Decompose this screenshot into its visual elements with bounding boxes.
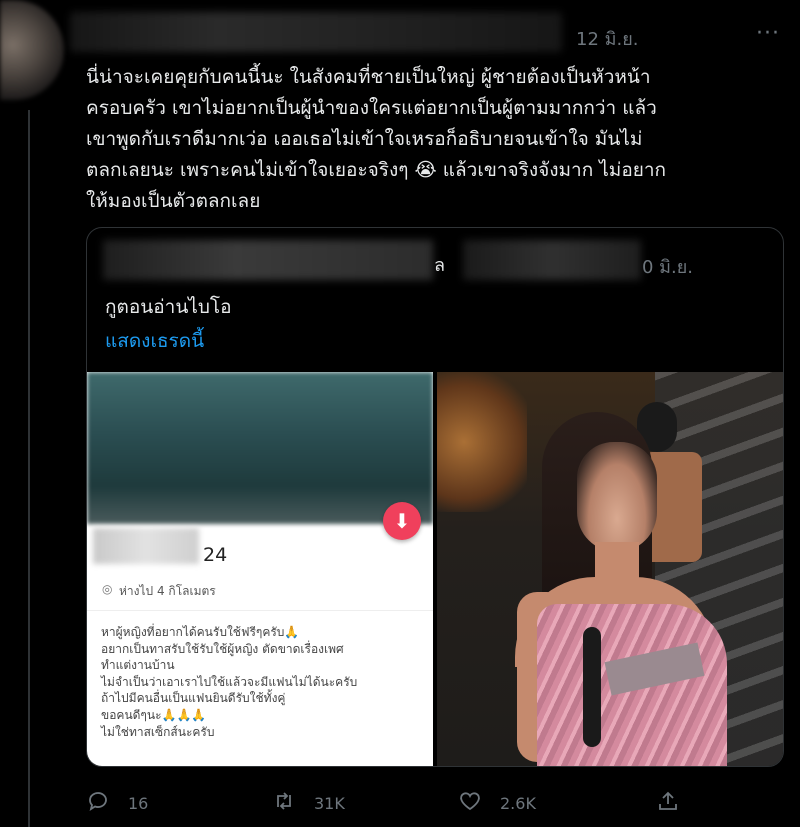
bio-line: ขอคนดีๆนะ🙏🙏🙏 [101,707,207,722]
tweet-actions: 16 31K 2.6K [86,786,786,820]
bio-line: อยากเป็นทาสรับใช้รับใช้ผู้หญิง ตัดขาดเรื… [101,641,344,656]
bio-line: หาผู้หญิงที่อยากได้คนรับใช้ฟรีๆครับ🙏 [101,625,300,639]
thread-line [28,110,30,827]
profile-name-blurred [93,528,199,564]
tweet-text-line: เขาพูดกับเราดีมากเว่อ เออเธอไม่เข้าใจเหร… [86,128,643,150]
bio-line: ไม่จำเป็นว่าเอาเราไปใช้แล้วจะมีแฟนไม่ได้… [101,674,358,689]
show-thread-link[interactable]: แสดงเธรดนี้ [105,326,204,356]
avatar[interactable] [0,0,64,100]
retweet-button[interactable]: 31K [272,786,345,820]
quoted-tweet-text: กูตอนอ่านไบโอ [105,296,232,318]
quoted-tweet-date: 0 มิ.ย. [642,257,694,278]
dating-profile-screenshot[interactable]: ⬇ 24 ◎ ห่างไป 4 กิโลเมตร หาผู้หญิงที่อยา… [87,372,433,766]
reply-count: 16 [128,793,149,813]
bio-line: ถ้าไปมีคนอื่นเป็นแฟนยินดีรับใช้ทั้งคู่ [101,691,286,706]
divider [87,610,433,611]
quoted-author-name-tail: ล [434,255,446,276]
retweet-icon [272,789,296,817]
tweet-text-line: ตลกเลยนะ เพราะคนไม่เข้าใจเยอะจริงๆ 😭 แล้… [86,159,667,181]
microphone [583,627,601,747]
quoted-author-handle-blurred [463,240,641,280]
tweet-date[interactable]: 12 มิ.ย. [576,24,638,53]
tweet-text-line: นี่น่าจะเคยคุยกับคนนี้นะ ในสังคมที่ชายเป… [86,66,651,88]
tweet-text: นี่น่าจะเคยคุยกับคนนี้นะ ในสังคมที่ชายเป… [86,62,786,217]
reply-button[interactable]: 16 [86,786,148,820]
share-icon [656,789,680,817]
pageant-photo[interactable] [437,372,783,766]
profile-age: 24 [203,544,228,566]
download-icon: ⬇ [383,502,421,540]
author-name-blurred[interactable] [70,12,562,52]
stage-light [437,372,527,512]
heart-icon [458,789,482,817]
face [577,442,657,552]
share-button[interactable] [656,786,680,820]
profile-distance: ห่างไป 4 กิโลเมตร [119,584,216,598]
retweet-count: 31K [314,793,345,813]
reply-icon [86,789,110,817]
bio-line: ไม่ใช่ทาสเซ็กส์นะครับ [101,724,215,739]
like-button[interactable]: 2.6K [458,786,536,820]
tweet-text-line: ครอบครัว เขาไม่อยากเป็นผู้นำของใครแต่อยา… [86,97,657,119]
tweet-text-line: ให้มองเป็นตัวตลกเลย [86,190,261,212]
bio-line: ทำแต่งานบ้าน [101,658,175,673]
profile-photo-blurred [87,372,433,524]
quoted-tweet[interactable]: ล 0 มิ.ย. กูตอนอ่านไบโอ แสดงเธรดนี้ ⬇ 24… [86,227,784,767]
location-pin-icon: ◎ [102,582,113,596]
profile-bio: หาผู้หญิงที่อยากได้คนรับใช้ฟรีๆครับ🙏 อยา… [101,624,431,740]
more-options-icon[interactable]: ··· [756,21,780,46]
like-count: 2.6K [500,793,536,813]
quoted-author-name-blurred [103,240,433,280]
